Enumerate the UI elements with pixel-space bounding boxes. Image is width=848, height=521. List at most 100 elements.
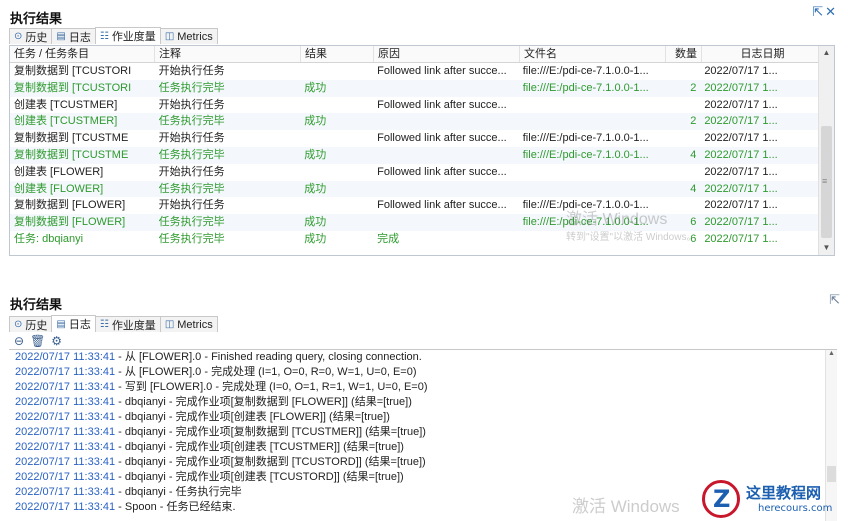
table-row[interactable]: 复制数据到 [FLOWER] 任务执行完毕 成功 file:///E:/pdi-ce-… xyxy=(10,214,818,231)
tab-log[interactable]: ▤ 日志 xyxy=(51,28,96,44)
logo-name: 这里教程网 xyxy=(746,484,822,502)
metrics-list-icon: ☷ xyxy=(99,30,109,42)
table-cell-comment: 任务执行完毕 xyxy=(158,232,225,245)
maximize-icon[interactable]: ⇱ xyxy=(829,292,840,307)
tab-metrics[interactable]: ◫ Metrics xyxy=(159,316,218,332)
column-header[interactable]: 数量 xyxy=(666,46,702,62)
log-line: 2022/07/17 11:33:41 - dbqianyi - 完成作业项[复… xyxy=(9,395,837,410)
log-message: - dbqianyi - 完成作业项[创建表 [TCUSTORD]] (结果=[… xyxy=(115,471,404,483)
table-cell-comment: 开始执行任务 xyxy=(158,165,225,178)
column-header[interactable]: 日志日期 xyxy=(702,46,820,62)
table-row[interactable]: 复制数据到 [TCUSTORI 任务执行完毕 成功 file:///E:/pdi-ce… xyxy=(10,79,818,97)
table-cell-result: 成功 xyxy=(304,232,327,245)
table-row[interactable]: 复制数据到 [FLOWER] 开始执行任务 Followed link after … xyxy=(10,197,818,214)
table-header: 任务 / 任务条目 注释 结果 原因 文件名 数量 日志日期 xyxy=(10,46,834,63)
table-cell-date: 2022/07/17 1... xyxy=(704,81,778,94)
table-row[interactable]: 任务: dbqianyi 任务执行完毕 成功 完成 6 2022/07/17 1... xyxy=(10,231,818,248)
log-message: - Spoon - 任务已经结束. xyxy=(115,501,236,513)
table-cell-entry: 任务: dbqianyi xyxy=(14,232,84,245)
panel-controls: ⇱ ✕ xyxy=(810,4,836,20)
column-header[interactable]: 结果 xyxy=(301,46,374,62)
table-cell-reason: Followed link after succe... xyxy=(377,65,507,77)
table-cell-comment: 开始执行任务 xyxy=(158,65,225,77)
table-cell-comment: 开始执行任务 xyxy=(158,132,225,145)
table-row[interactable]: 创建表 [TCUSTMER] 任务执行完毕 成功 2 2022/07/17 1... xyxy=(10,113,818,131)
table-cell-count xyxy=(664,130,700,147)
column-header[interactable]: 文件名 xyxy=(520,46,666,62)
column-header[interactable]: 注释 xyxy=(155,46,301,62)
table-cell-entry: 复制数据到 [TCUSTORI xyxy=(14,65,132,77)
history-icon: ⊙ xyxy=(14,31,23,42)
tab-job-metrics[interactable]: ☷ 作业度量 xyxy=(94,316,161,332)
table-cell-comment: 开始执行任务 xyxy=(158,98,225,111)
table-cell-count: 4 xyxy=(690,182,697,195)
tab-metrics[interactable]: ◫ Metrics xyxy=(159,28,218,44)
tab-bar: ⊙ 历史 ▤ 日志 ☷ 作业度量 ◫ Metrics xyxy=(9,315,218,332)
log-timestamp: 2022/07/17 11:33:41 xyxy=(15,426,116,438)
table-row[interactable]: 创建表 [FLOWER] 开始执行任务 Followed link after su… xyxy=(10,164,818,181)
table-cell-date: 2022/07/17 1... xyxy=(704,98,778,111)
tab-job-metrics[interactable]: ☷ 作业度量 xyxy=(94,27,161,44)
history-icon: ⊙ xyxy=(14,319,23,330)
scroll-up-icon[interactable]: ▲ xyxy=(826,350,837,357)
table-cell-count: 4 xyxy=(690,148,697,161)
column-header[interactable]: 原因 xyxy=(374,46,520,62)
logo-mark-icon: Z xyxy=(702,480,740,518)
table-cell-reason xyxy=(373,181,519,198)
scroll-up-icon[interactable]: ▲ xyxy=(819,46,834,60)
log-timestamp: 2022/07/17 11:33:41 xyxy=(15,411,116,423)
table-cell-result xyxy=(300,63,373,80)
column-header[interactable]: 任务 / 任务条目 xyxy=(10,46,155,62)
delete-icon[interactable]: 🗑 xyxy=(30,334,45,348)
table-cell-reason xyxy=(373,113,519,130)
grip-icon: ≡ xyxy=(822,176,828,186)
tab-history[interactable]: ⊙ 历史 xyxy=(9,316,53,332)
logo-url: herecours.com xyxy=(758,503,833,514)
clear-log-icon[interactable]: ⊖ xyxy=(14,334,24,348)
log-line: 2022/07/17 11:33:41 - 从 [FLOWER].0 - Fin… xyxy=(9,350,837,365)
panel-title: 执行结果 xyxy=(10,11,63,26)
maximize-icon[interactable]: ⇱ xyxy=(812,4,823,19)
log-message: - dbqianyi - 完成作业项[创建表 [FLOWER]] (结果=[tr… xyxy=(115,411,390,423)
table-cell-result: 成功 xyxy=(304,81,327,94)
table-cell-entry: 创建表 [FLOWER] xyxy=(14,182,104,195)
table-cell-count xyxy=(664,197,700,214)
table-cell-entry: 复制数据到 [TCUSTME xyxy=(14,148,129,161)
log-line: 2022/07/17 11:33:41 - 从 [FLOWER].0 - 完成处… xyxy=(9,365,837,380)
table-cell-file: file:///E:/pdi-ce-7.1.0.0-1... xyxy=(522,81,649,94)
log-toolbar: ⊖ 🗑 ⚙ xyxy=(14,334,62,348)
panel-title: 执行结果 xyxy=(10,297,63,312)
tab-bar: ⊙ 历史 ▤ 日志 ☷ 作业度量 ◫ Metrics xyxy=(9,27,218,44)
log-message: - dbqianyi - 任务执行完毕 xyxy=(115,486,242,498)
table-row[interactable]: 创建表 [FLOWER] 任务执行完毕 成功 4 2022/07/17 1... xyxy=(10,180,818,198)
table-cell-result xyxy=(300,197,373,214)
table-cell-comment: 任务执行完毕 xyxy=(158,115,225,128)
table-cell-entry: 创建表 [TCUSTMER] xyxy=(14,115,118,128)
table-cell-result xyxy=(300,164,373,181)
chart-icon: ◫ xyxy=(164,31,175,42)
table-row[interactable]: 复制数据到 [TCUSTME 任务执行完毕 成功 file:///E:/pdi-ce-… xyxy=(10,146,818,164)
vertical-scrollbar[interactable]: ▲ ≡ ▼ xyxy=(818,46,834,255)
close-icon[interactable]: ✕ xyxy=(825,4,836,19)
tab-log[interactable]: ▤ 日志 xyxy=(51,315,96,332)
table-cell-reason: Followed link after succe... xyxy=(377,98,507,111)
execution-results-panel-top: 执行结果 ⇱ ✕ ⊙ 历史 ▤ 日志 ☷ 作业度量 ◫ Metrics 任务 / 任务条目… xyxy=(0,0,848,262)
settings-icon[interactable]: ⚙ xyxy=(51,334,62,348)
table-cell-entry: 创建表 [TCUSTMER] xyxy=(14,98,118,111)
table-cell-entry: 复制数据到 [TCUSTORI xyxy=(14,81,132,94)
scroll-down-icon[interactable]: ▼ xyxy=(819,241,834,255)
table-row[interactable]: 复制数据到 [TCUSTORI 开始执行任务 Followed link after… xyxy=(10,63,818,80)
table-cell-count: 6 xyxy=(690,232,697,245)
table-cell-reason: Followed link after succe... xyxy=(377,165,507,178)
log-line: 2022/07/17 11:33:41 - dbqianyi - 完成作业项[创… xyxy=(9,440,837,455)
table-cell-file: file:///E:/pdi-ce-7.1.0.0-1... xyxy=(522,148,649,161)
table-cell-reason: Followed link after succe... xyxy=(377,132,507,145)
log-timestamp: 2022/07/17 11:33:41 xyxy=(15,351,116,363)
table-cell-date: 2022/07/17 1... xyxy=(704,65,778,77)
table-cell-file xyxy=(519,97,665,114)
table-cell-date: 2022/07/17 1... xyxy=(704,165,778,178)
table-row[interactable]: 创建表 [TCUSTMER] 开始执行任务 Followed link after … xyxy=(10,97,818,114)
tab-history[interactable]: ⊙ 历史 xyxy=(9,28,53,44)
table-row[interactable]: 复制数据到 [TCUSTME 开始执行任务 Followed link after … xyxy=(10,130,818,147)
log-line: 2022/07/17 11:33:41 - dbqianyi - 完成作业项[复… xyxy=(9,425,837,440)
